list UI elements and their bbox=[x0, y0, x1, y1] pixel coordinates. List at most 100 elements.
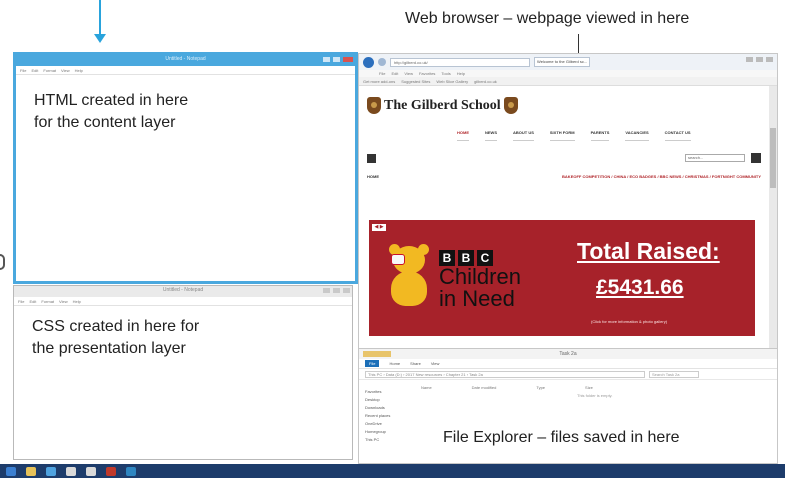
menu-help[interactable]: Help bbox=[457, 70, 465, 77]
maximize-icon[interactable] bbox=[333, 288, 340, 293]
css-notepad-title: Untitled - Notepad bbox=[162, 287, 204, 293]
menu-view[interactable]: View bbox=[59, 299, 68, 304]
html-notepad-title: Untitled - Notepad bbox=[165, 56, 206, 62]
notepad-icon[interactable] bbox=[86, 466, 96, 476]
nav-parents[interactable]: PARENTS bbox=[590, 130, 610, 141]
school-logo[interactable]: The Gilberd School bbox=[367, 97, 518, 114]
explorer-search-input[interactable]: Search Task 2a bbox=[649, 370, 699, 378]
css-caption-line-1: CSS created in here for bbox=[32, 318, 200, 335]
favorite-link[interactable]: gilberd.co.uk bbox=[474, 79, 497, 84]
facebook-icon[interactable] bbox=[367, 153, 376, 163]
news-ticker: HOME BAKEOFF COMPETITION / CHINA / ECO B… bbox=[367, 174, 761, 179]
browser-window-controls bbox=[746, 57, 773, 62]
maximize-icon[interactable] bbox=[756, 57, 763, 62]
menu-format[interactable]: Format bbox=[41, 299, 54, 304]
ribbon-tab-view[interactable]: View bbox=[431, 361, 440, 366]
html-caption-line-1: HTML created in here bbox=[34, 92, 189, 109]
browser-tab[interactable]: Welcome to the Gilberd sc... bbox=[534, 57, 590, 67]
start-icon[interactable] bbox=[6, 466, 16, 476]
html-notepad-titlebar[interactable]: Untitled - Notepad bbox=[16, 55, 355, 66]
column-date-modified[interactable]: Date modified bbox=[472, 385, 497, 390]
minimize-icon[interactable] bbox=[746, 57, 753, 62]
nav-home[interactable]: HOME bbox=[457, 130, 469, 141]
favorite-link[interactable]: Get more add-ons bbox=[363, 79, 395, 84]
menu-view[interactable]: View bbox=[61, 68, 70, 73]
nav-this-pc[interactable]: This PC bbox=[365, 437, 417, 442]
menu-edit[interactable]: Edit bbox=[391, 70, 398, 77]
nav-recent-places[interactable]: Recent places bbox=[365, 413, 417, 418]
nav-downloads[interactable]: Downloads bbox=[365, 405, 417, 410]
notepad-icon[interactable] bbox=[66, 466, 76, 476]
nav-about-us[interactable]: ABOUT US bbox=[513, 130, 534, 141]
ribbon-tab-home[interactable]: Home bbox=[389, 361, 400, 366]
gallery-link[interactable]: (Click for more information & photo gall… bbox=[591, 319, 667, 324]
html-notepad-window[interactable]: Untitled - Notepad File Edit Format View… bbox=[13, 52, 358, 284]
close-icon[interactable] bbox=[343, 57, 353, 62]
explorer-path[interactable]: This PC › Data (D:) › 2017 New resources… bbox=[365, 370, 645, 378]
css-notepad-window-controls bbox=[323, 288, 350, 293]
column-size[interactable]: Size bbox=[585, 385, 593, 390]
close-icon[interactable] bbox=[343, 288, 350, 293]
empty-folder-message: This folder is empty. bbox=[577, 393, 613, 398]
children-in-need-banner[interactable]: ◀ ▶ B B C Children in Need Total Raised:… bbox=[369, 220, 755, 336]
favorite-link[interactable]: Web Slice Gallery bbox=[436, 79, 468, 84]
nav-onedrive[interactable]: OneDrive bbox=[365, 421, 417, 426]
maximize-icon[interactable] bbox=[333, 57, 340, 62]
explorer-titlebar[interactable]: Task 2a bbox=[359, 349, 777, 359]
folder-icon[interactable] bbox=[26, 466, 36, 476]
nav-homegroup[interactable]: Homegroup bbox=[365, 429, 417, 434]
menu-file[interactable]: File bbox=[20, 68, 26, 73]
news-links[interactable]: BAKEOFF COMPETITION / CHINA / ECO BADGES… bbox=[562, 174, 761, 179]
menu-help[interactable]: Help bbox=[75, 68, 83, 73]
search-button[interactable] bbox=[751, 153, 761, 163]
site-search-bar: search... bbox=[367, 152, 761, 164]
menu-file[interactable]: File bbox=[379, 70, 385, 77]
site-search-input[interactable]: search... bbox=[685, 154, 745, 162]
favorite-link[interactable]: Suggested Sites bbox=[401, 79, 430, 84]
menu-edit[interactable]: Edit bbox=[29, 299, 36, 304]
html-notepad-window-controls bbox=[323, 57, 353, 62]
back-icon[interactable] bbox=[363, 56, 374, 68]
menu-file[interactable]: File bbox=[18, 299, 24, 304]
minimize-icon[interactable] bbox=[323, 57, 330, 62]
browser-scrollbar[interactable] bbox=[769, 86, 777, 348]
css-editor-caption[interactable]: CSS created in here for the presentation… bbox=[32, 316, 199, 360]
nav-sixth-form[interactable]: SIXTH FORM bbox=[549, 130, 575, 141]
column-name[interactable]: Name bbox=[421, 385, 432, 390]
menu-edit[interactable]: Edit bbox=[31, 68, 38, 73]
address-bar[interactable]: http://gilberd.co.uk/ bbox=[390, 57, 530, 67]
html-editor-caption[interactable]: HTML created in here for the content lay… bbox=[34, 90, 188, 134]
menu-favorites[interactable]: Favorites bbox=[419, 70, 435, 77]
nav-vacancies[interactable]: VACANCIES bbox=[625, 130, 649, 141]
browser-icon[interactable] bbox=[46, 466, 56, 476]
html-notepad-menubar: File Edit Format View Help bbox=[16, 66, 355, 75]
app-icon[interactable] bbox=[126, 466, 136, 476]
taskbar bbox=[0, 464, 785, 478]
forward-icon[interactable] bbox=[378, 58, 386, 66]
app-icon[interactable] bbox=[106, 466, 116, 476]
css-notepad-window[interactable]: Untitled - Notepad File Edit Format View… bbox=[13, 285, 353, 460]
browser-window[interactable]: http://gilberd.co.uk/ Welcome to the Gil… bbox=[358, 53, 778, 349]
css-notepad-menubar: File Edit Format View Help bbox=[14, 297, 352, 306]
nav-favorites[interactable]: Favorites bbox=[365, 389, 417, 394]
explorer-title: Task 2a bbox=[559, 351, 577, 357]
slider-controls[interactable]: ◀ ▶ bbox=[372, 224, 386, 231]
menu-view[interactable]: View bbox=[404, 70, 413, 77]
ribbon-tab-file[interactable]: File bbox=[365, 360, 380, 367]
menu-tools[interactable]: Tools bbox=[441, 70, 450, 77]
menu-help[interactable]: Help bbox=[73, 299, 81, 304]
column-type[interactable]: Type bbox=[536, 385, 545, 390]
ribbon-tab-share[interactable]: Share bbox=[410, 361, 421, 366]
nav-desktop[interactable]: Desktop bbox=[365, 397, 417, 402]
menu-format[interactable]: Format bbox=[43, 68, 56, 73]
close-icon[interactable] bbox=[766, 57, 773, 62]
nav-contact-us[interactable]: CONTACT US bbox=[664, 130, 691, 141]
scrollbar-thumb[interactable] bbox=[770, 128, 776, 188]
minimize-icon[interactable] bbox=[323, 288, 330, 293]
css-notepad-titlebar[interactable]: Untitled - Notepad bbox=[14, 286, 352, 297]
school-name: The Gilberd School bbox=[384, 97, 501, 113]
breadcrumb-home[interactable]: HOME bbox=[367, 174, 379, 179]
nav-news[interactable]: NEWS bbox=[485, 130, 497, 141]
file-explorer-window[interactable]: Task 2a File Home Share View This PC › D… bbox=[358, 348, 778, 464]
bracket-mark bbox=[0, 254, 5, 270]
